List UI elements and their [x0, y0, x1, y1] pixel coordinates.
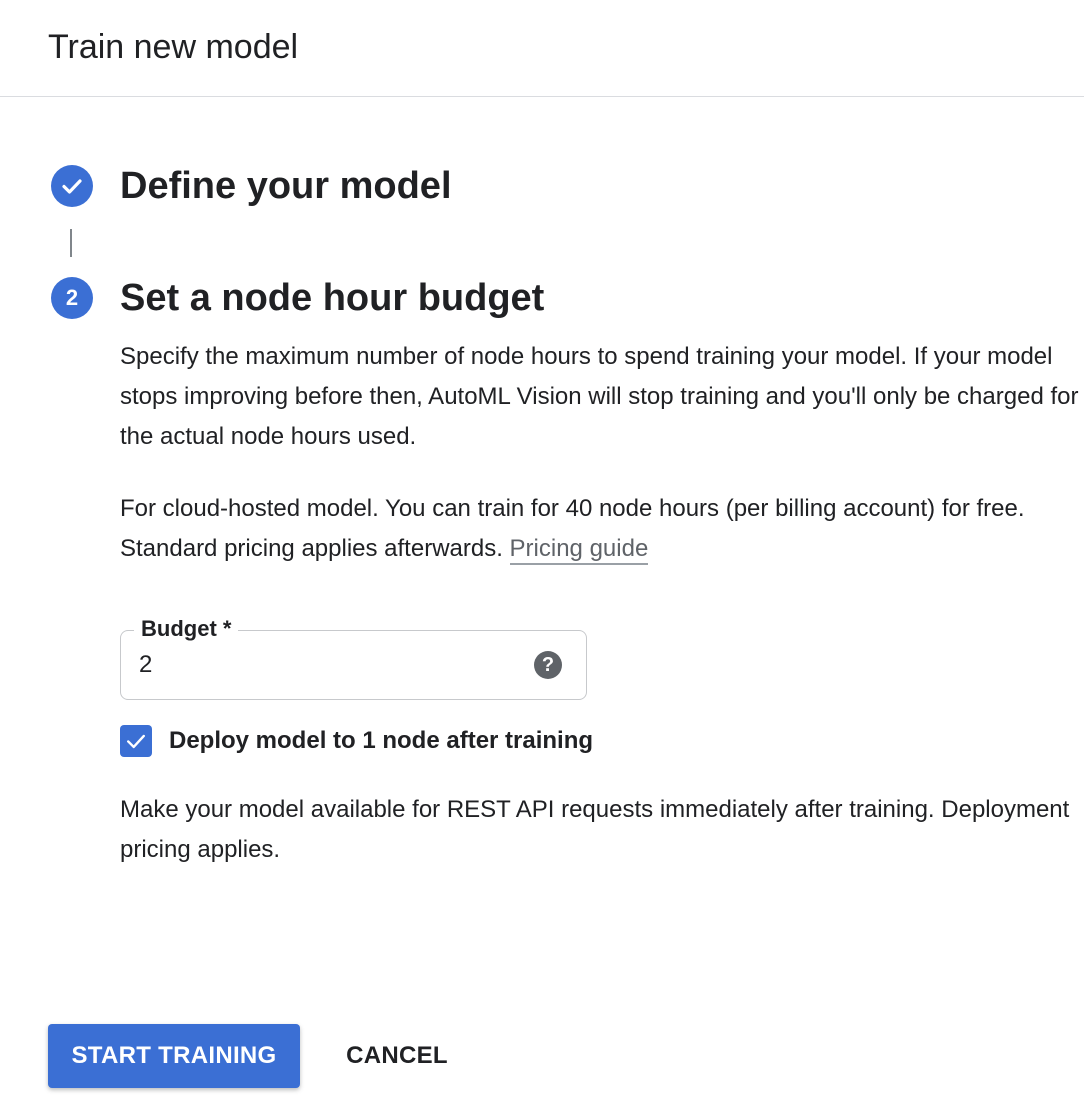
step-1-title: Define your model — [120, 165, 452, 207]
dialog-header: Train new model — [0, 0, 1084, 97]
check-icon — [62, 179, 82, 194]
step-2-number-badge: 2 — [51, 277, 93, 319]
deploy-checkbox-label: Deploy model to 1 node after training — [169, 727, 594, 754]
budget-input[interactable] — [139, 650, 519, 680]
deploy-checkbox[interactable] — [120, 725, 152, 757]
step-complete-check-icon — [51, 165, 93, 207]
deploy-checkbox-row[interactable]: Deploy model to 1 node after training — [120, 724, 593, 758]
free-tier-info: For cloud-hosted model. You can train fo… — [120, 489, 1080, 569]
step-2-title: Set a node hour budget — [120, 277, 545, 319]
pricing-guide-link[interactable]: Pricing guide — [509, 535, 649, 565]
checkmark-icon — [127, 734, 145, 749]
page-title: Train new model — [48, 28, 299, 66]
start-training-button[interactable]: START TRAINING — [48, 1024, 300, 1088]
budget-description: Specify the maximum number of node hours… — [120, 343, 1079, 450]
help-circle-icon[interactable]: ? — [534, 651, 562, 679]
deploy-description: Make your model available for REST API r… — [120, 796, 1070, 863]
budget-field-label: Budget * — [134, 615, 239, 643]
budget-field[interactable]: Budget * ? — [120, 615, 587, 700]
cancel-button[interactable]: CANCEL — [324, 1024, 470, 1088]
step-connector — [70, 229, 72, 257]
